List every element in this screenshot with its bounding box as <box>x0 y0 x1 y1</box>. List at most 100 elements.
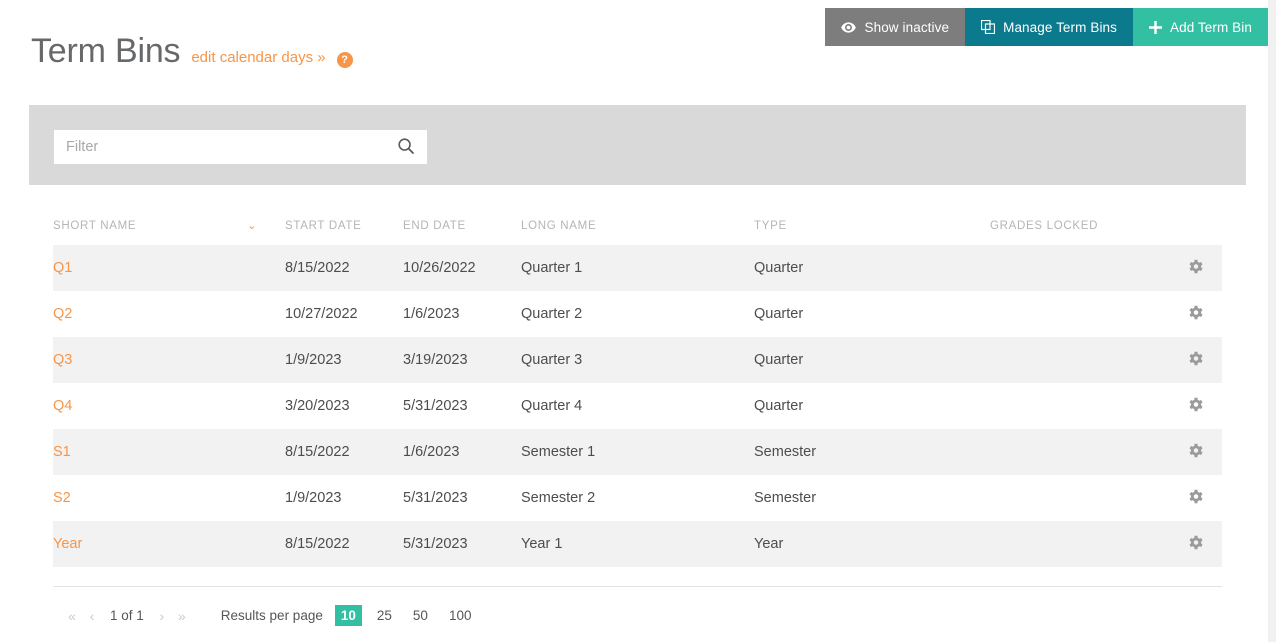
footer-divider <box>53 586 1222 587</box>
show-inactive-button[interactable]: Show inactive <box>825 8 966 46</box>
cell-type: Quarter <box>754 352 804 368</box>
cell-type: Semester <box>754 444 817 460</box>
term-bins-table: SHORT NAME ⌄ START DATE END DATE LONG NA… <box>53 207 1222 567</box>
gear-icon[interactable] <box>1188 443 1203 462</box>
column-header-end-date[interactable]: END DATE <box>403 220 521 232</box>
cell-type: Quarter <box>754 260 804 276</box>
next-page-button[interactable]: › <box>152 608 172 624</box>
column-header-start-date[interactable]: START DATE <box>285 220 403 232</box>
plus-icon <box>1149 20 1162 34</box>
cell-actions <box>1170 443 1222 462</box>
prev-page-button[interactable]: ‹ <box>82 608 102 624</box>
cell-short-name: Q1 <box>53 260 285 276</box>
last-page-button[interactable]: » <box>172 608 192 624</box>
cell-type: Quarter <box>754 398 804 414</box>
column-header-grades-locked[interactable]: GRADES LOCKED <box>990 220 1170 232</box>
gear-icon[interactable] <box>1188 351 1203 370</box>
cell-start-date: 3/20/2023 <box>285 398 350 414</box>
short-name-link[interactable]: Q2 <box>53 306 72 322</box>
results-per-page-label: Results per page <box>220 608 323 623</box>
pagination: « ‹ 1 of 1 › » Results per page 10 25 50… <box>62 605 486 626</box>
table-row[interactable]: S2 1/9/2023 5/31/2023 Semester 2 Semeste… <box>53 475 1222 521</box>
cell-type: Year <box>754 536 784 552</box>
search-button[interactable] <box>385 130 427 164</box>
results-per-page-option-25[interactable]: 25 <box>371 605 398 626</box>
cell-long-name: Quarter 1 <box>521 260 583 276</box>
help-icon[interactable]: ? <box>336 52 353 68</box>
gear-icon[interactable] <box>1188 535 1203 554</box>
gear-icon[interactable] <box>1188 259 1203 278</box>
cell-start-date: 1/9/2023 <box>285 352 342 368</box>
search-input[interactable] <box>54 130 385 164</box>
cell-end-date: 5/31/2023 <box>403 536 468 552</box>
cell-actions <box>1170 305 1222 324</box>
manage-term-bins-label: Manage Term Bins <box>1003 19 1117 35</box>
cell-actions <box>1170 535 1222 554</box>
first-page-button[interactable]: « <box>62 608 82 624</box>
gear-icon[interactable] <box>1188 397 1203 416</box>
short-name-link[interactable]: Q1 <box>53 260 72 276</box>
page-status: 1 of 1 <box>110 608 144 623</box>
cell-long-name: Quarter 4 <box>521 398 583 414</box>
table-row[interactable]: Q3 1/9/2023 3/19/2023 Quarter 3 Quarter <box>53 337 1222 383</box>
short-name-link[interactable]: Q4 <box>53 398 72 414</box>
filter-panel <box>29 105 1246 185</box>
cell-end-date: 5/31/2023 <box>403 490 468 506</box>
add-term-bin-button[interactable]: Add Term Bin <box>1133 8 1268 46</box>
filter-box <box>54 130 427 164</box>
copy-icon <box>981 20 996 34</box>
cell-long-name: Semester 1 <box>521 444 596 460</box>
cell-start-date: 10/27/2022 <box>285 306 358 322</box>
page-title: Term Bins <box>31 32 181 70</box>
cell-end-date: 3/19/2023 <box>403 352 468 368</box>
chevron-down-icon[interactable]: ⌄ <box>247 220 257 232</box>
short-name-link[interactable]: S1 <box>53 444 71 460</box>
add-term-bin-label: Add Term Bin <box>1170 19 1252 35</box>
cell-start-date: 8/15/2022 <box>285 444 350 460</box>
cell-short-name: Q4 <box>53 398 285 414</box>
table-row[interactable]: Q1 8/15/2022 10/26/2022 Quarter 1 Quarte… <box>53 245 1222 291</box>
results-per-page-option-100[interactable]: 100 <box>443 605 478 626</box>
cell-actions <box>1170 397 1222 416</box>
cell-start-date: 8/15/2022 <box>285 536 350 552</box>
short-name-link[interactable]: S2 <box>53 490 71 506</box>
top-action-bar: Show inactive Manage Term Bins Add Term … <box>825 8 1268 46</box>
show-inactive-label: Show inactive <box>864 19 950 35</box>
eye-icon <box>841 21 857 33</box>
short-name-link[interactable]: Q3 <box>53 352 72 368</box>
edit-calendar-days-link[interactable]: edit calendar days » <box>191 49 325 66</box>
cell-long-name: Quarter 3 <box>521 352 583 368</box>
table-row[interactable]: S1 8/15/2022 1/6/2023 Semester 1 Semeste… <box>53 429 1222 475</box>
results-per-page-option-50[interactable]: 50 <box>407 605 434 626</box>
table-row[interactable]: Q4 3/20/2023 5/31/2023 Quarter 4 Quarter <box>53 383 1222 429</box>
cell-short-name: Year <box>53 536 285 552</box>
cell-end-date: 10/26/2022 <box>403 260 476 276</box>
cell-end-date: 5/31/2023 <box>403 398 468 414</box>
column-header-short-name[interactable]: SHORT NAME ⌄ <box>53 220 285 232</box>
search-icon <box>398 137 414 157</box>
cell-short-name: Q3 <box>53 352 285 368</box>
manage-term-bins-button[interactable]: Manage Term Bins <box>965 8 1133 46</box>
column-header-long-name[interactable]: LONG NAME <box>521 220 754 232</box>
page-header: Term Bins edit calendar days » ? <box>31 34 353 68</box>
gear-icon[interactable] <box>1188 305 1203 324</box>
cell-type: Semester <box>754 490 817 506</box>
cell-type: Quarter <box>754 306 804 322</box>
cell-long-name: Semester 2 <box>521 490 596 506</box>
short-name-link[interactable]: Year <box>53 536 82 552</box>
column-header-type[interactable]: TYPE <box>754 220 990 232</box>
results-per-page-option-10[interactable]: 10 <box>334 605 362 626</box>
cell-actions <box>1170 259 1222 278</box>
table-header-row: SHORT NAME ⌄ START DATE END DATE LONG NA… <box>53 207 1222 245</box>
column-header-short-name-label: SHORT NAME <box>53 220 137 232</box>
cell-start-date: 8/15/2022 <box>285 260 350 276</box>
cell-short-name: S1 <box>53 444 285 460</box>
cell-short-name: Q2 <box>53 306 285 322</box>
cell-end-date: 1/6/2023 <box>403 444 460 460</box>
cell-long-name: Year 1 <box>521 536 563 552</box>
table-row[interactable]: Year 8/15/2022 5/31/2023 Year 1 Year <box>53 521 1222 567</box>
table-row[interactable]: Q2 10/27/2022 1/6/2023 Quarter 2 Quarter <box>53 291 1222 337</box>
gear-icon[interactable] <box>1188 489 1203 508</box>
cell-start-date: 1/9/2023 <box>285 490 342 506</box>
page-canvas: Show inactive Manage Term Bins Add Term … <box>0 0 1268 642</box>
